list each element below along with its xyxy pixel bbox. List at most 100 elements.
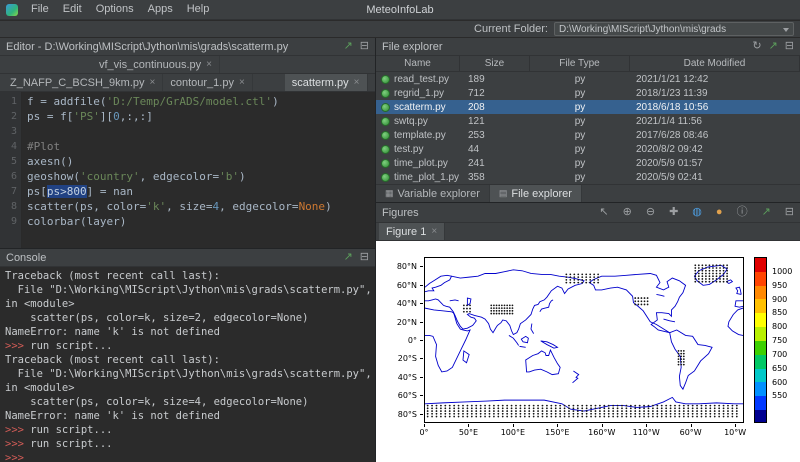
table-row[interactable]: scatterm.py208py2018/6/18 10:56 — [376, 100, 800, 114]
py-file-icon — [381, 75, 390, 84]
zoom-out-icon[interactable]: ⊖ — [646, 207, 655, 218]
figure-tab-label: Figure 1 — [386, 226, 426, 238]
code-line — [27, 124, 375, 139]
table-row[interactable]: test.py44py2020/8/2 09:42 — [376, 142, 800, 156]
table-row[interactable]: swtq.py121py2021/1/4 11:56 — [376, 114, 800, 128]
column-header-size[interactable]: Size — [460, 56, 530, 71]
x-tick-label: 110°W — [633, 428, 660, 437]
tab-variable-explorer[interactable]: ▦Variable explorer — [376, 185, 490, 202]
colorbar-label: 800 — [772, 322, 787, 331]
y-tick-label: 20°N — [376, 318, 417, 327]
float-icon[interactable]: ↗ — [762, 207, 771, 218]
tab-file-explorer[interactable]: ▤File explorer — [490, 185, 582, 202]
menu-edit[interactable]: Edit — [56, 0, 89, 19]
editor-tab[interactable]: contour_1.py × — [163, 74, 252, 91]
table-row[interactable]: read_test.py189py2021/1/21 12:42 — [376, 72, 800, 86]
collapse-icon[interactable]: ⊟ — [360, 41, 369, 52]
coastline — [521, 336, 528, 342]
current-folder-value: D:\Working\MIScript\Jython\mis\grads — [559, 24, 726, 35]
coastline — [589, 273, 685, 332]
menu-apps[interactable]: Apps — [141, 0, 180, 19]
close-icon[interactable]: × — [239, 77, 245, 88]
zoom-in-icon[interactable]: ⊕ — [623, 207, 632, 218]
float-icon[interactable]: ↗ — [344, 252, 353, 263]
coastline — [573, 371, 579, 383]
refresh-icon[interactable]: ↻ — [752, 41, 761, 52]
top-toolbar: Current Folder: D:\Working\MIScript\Jyth… — [0, 21, 800, 38]
coastline — [509, 335, 519, 345]
globe-icon[interactable]: ◍ — [692, 207, 702, 218]
float-icon[interactable]: ↗ — [344, 41, 353, 52]
column-header-name[interactable]: Name — [376, 56, 460, 71]
console-header-icons: ↗⊟ — [337, 252, 369, 263]
editor-tab[interactable]: Z_NAFP_C_BCSH_9km.py× — [3, 74, 163, 91]
coastline — [425, 270, 584, 335]
figure-canvas[interactable]: 0°50°E100°E150°E160°W110°W60°W10°W80°N60… — [376, 241, 800, 462]
figure-tab[interactable]: Figure 1 × — [379, 223, 445, 240]
y-tick-label: 40°S — [376, 373, 417, 382]
column-header-date-modified[interactable]: Date Modified — [630, 56, 800, 71]
colorbar-label: 950 — [772, 281, 787, 290]
console-line: >>> run script... — [5, 339, 375, 353]
close-icon[interactable]: × — [206, 59, 212, 70]
tab-icon: ▦ — [385, 188, 394, 199]
table-row[interactable]: regrid_1.py712py2018/1/23 11:39 — [376, 86, 800, 100]
coastline — [736, 287, 741, 294]
y-tick-label: 40°N — [376, 299, 417, 308]
coastline — [541, 341, 558, 348]
line-number: 9 — [0, 214, 17, 229]
y-tick-label: 80°S — [376, 410, 417, 419]
coastline — [450, 300, 459, 301]
colorbar-label: 600 — [772, 378, 787, 387]
table-row[interactable]: time_plot.py241py2020/5/9 01:57 — [376, 156, 800, 170]
y-tick-label: 0° — [376, 336, 417, 345]
app-logo-icon — [6, 4, 18, 16]
editor-header: Editor - D:\Working\MIScript\Jython\mis\… — [0, 38, 375, 56]
table-row[interactable]: template.py253py2017/6/28 08:46 — [376, 128, 800, 142]
editor-tab[interactable]: scatterm.py× — [285, 74, 368, 91]
console-line: in <module> — [5, 381, 375, 395]
menu-file[interactable]: File — [24, 0, 56, 19]
coastline — [664, 319, 675, 322]
coastline — [425, 275, 452, 291]
collapse-icon[interactable]: ⊟ — [360, 252, 369, 263]
column-header-file-type[interactable]: File Type — [530, 56, 630, 71]
close-icon[interactable]: × — [354, 77, 360, 88]
console-line: in <module> — [5, 297, 375, 311]
table-row[interactable]: time_plot_1.py358py2020/5/9 02:41 — [376, 170, 800, 184]
close-icon[interactable]: × — [431, 226, 437, 237]
code-text[interactable]: f = addfile('D:/Temp/GrADS/model.ctl')ps… — [22, 92, 375, 248]
float-icon[interactable]: ↗ — [769, 41, 778, 52]
line-number: 5 — [0, 154, 17, 169]
coastline — [526, 350, 560, 375]
close-icon[interactable]: × — [150, 77, 156, 88]
select-arrow-icon[interactable]: ↖ — [599, 207, 608, 218]
menu-options[interactable]: Options — [89, 0, 141, 19]
colorbar-label: 1000 — [772, 267, 792, 276]
menu-help[interactable]: Help — [180, 0, 217, 19]
collapse-icon[interactable]: ⊟ — [785, 41, 794, 52]
current-folder-combo[interactable]: D:\Working\MIScript\Jython\mis\grads — [554, 22, 794, 36]
console-panel: Console ↗⊟ Traceback (most recent call l… — [0, 248, 376, 462]
explorer-tabs: ▦Variable explorer▤File explorer — [376, 184, 800, 202]
y-tick-label: 80°N — [376, 262, 417, 271]
line-number: 1 — [0, 94, 17, 109]
colorbar-label: 900 — [772, 295, 787, 304]
collapse-icon[interactable]: ⊟ — [785, 207, 794, 218]
coastline — [656, 294, 664, 296]
pan-icon[interactable]: ✚ — [669, 207, 678, 218]
coastline — [425, 397, 743, 411]
editor-tab[interactable]: vf_vis_continuous.py× — [92, 56, 220, 73]
line-number: 7 — [0, 184, 17, 199]
x-tick-label: 50°E — [459, 428, 478, 437]
map-axes-frame — [424, 257, 744, 423]
info-icon[interactable]: ⓘ — [737, 207, 748, 218]
tab-label: contour_1.py — [170, 77, 234, 89]
code-editor[interactable]: 123456789 f = addfile('D:/Temp/GrADS/mod… — [0, 92, 375, 248]
line-number: 6 — [0, 169, 17, 184]
py-file-icon — [381, 131, 390, 140]
identify-icon[interactable]: ● — [716, 207, 723, 218]
console-title: Console — [6, 252, 337, 264]
line-number: 4 — [0, 139, 17, 154]
console-output[interactable]: Traceback (most recent call last): File … — [0, 267, 375, 462]
